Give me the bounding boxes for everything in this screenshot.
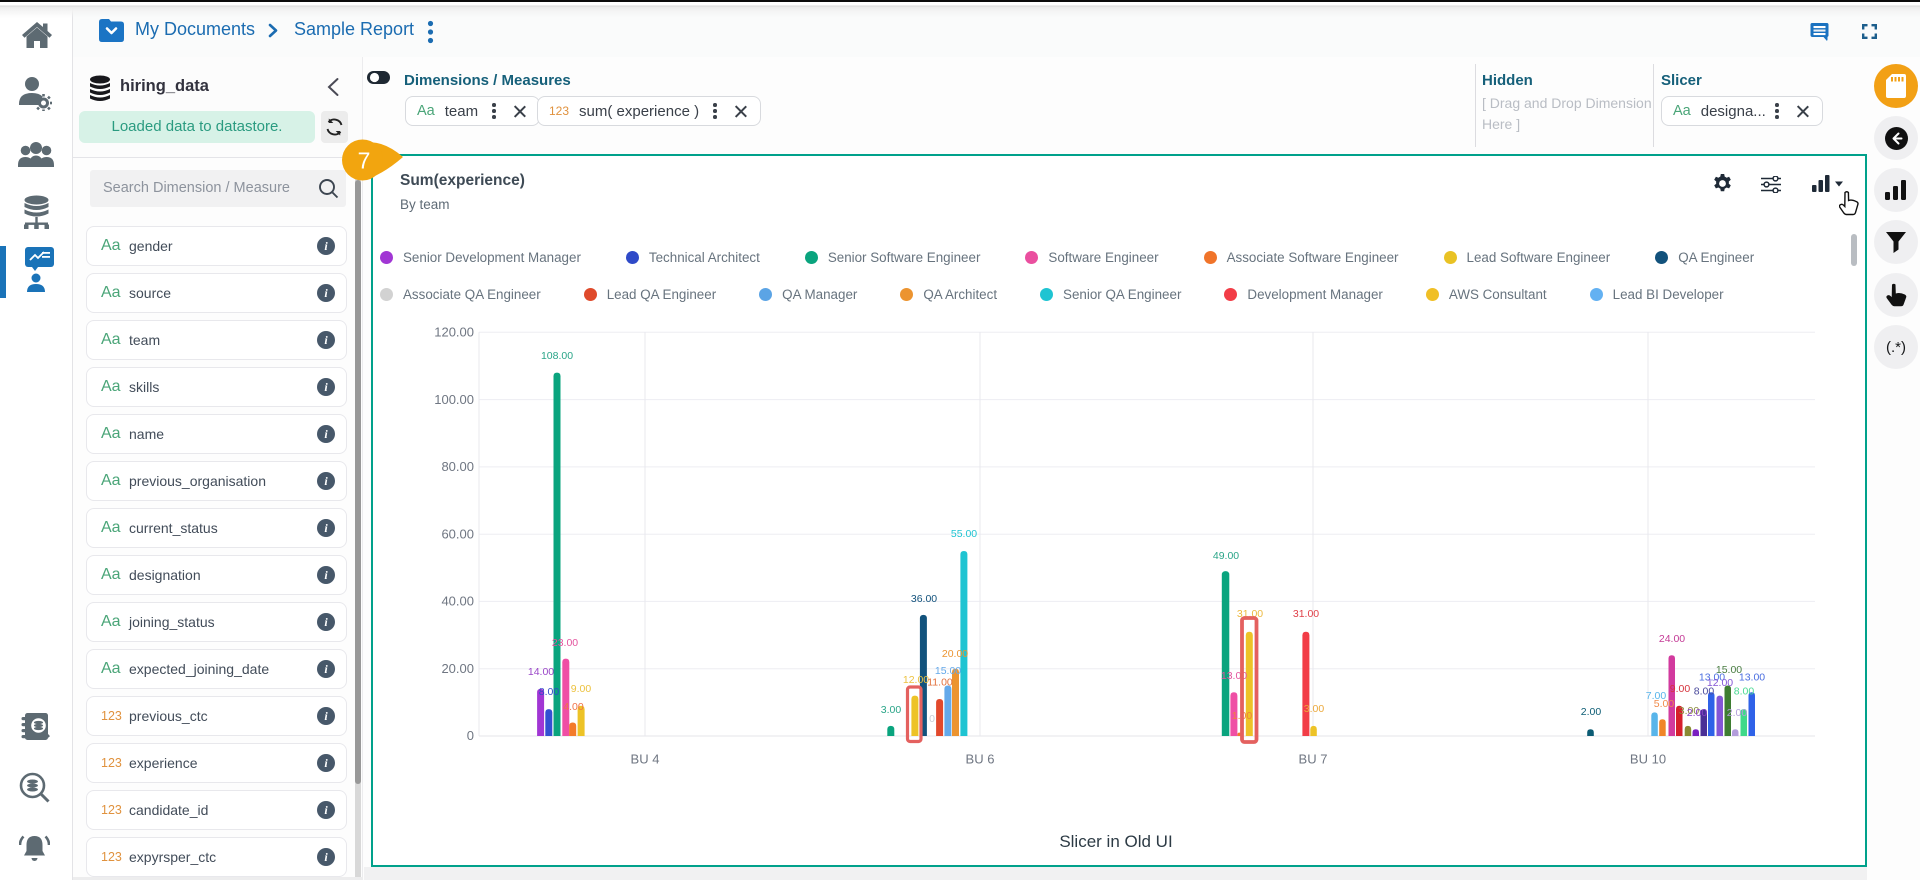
svg-text:BU 10: BU 10 [1630,752,1666,767]
svg-text:49.00: 49.00 [1213,550,1239,562]
svg-text:36.00: 36.00 [911,593,937,605]
svg-text:2.00: 2.00 [1687,707,1708,719]
svg-text:108.00: 108.00 [541,350,573,362]
svg-text:31.00: 31.00 [1293,608,1319,620]
svg-text:24.00: 24.00 [1659,633,1685,645]
svg-text:20.00: 20.00 [942,648,968,660]
svg-text:23.00: 23.00 [552,637,578,649]
svg-text:11.00: 11.00 [927,677,953,689]
svg-text:20.00: 20.00 [441,661,474,676]
svg-text:2.00: 2.00 [1581,706,1602,718]
svg-text:BU 6: BU 6 [966,752,995,767]
svg-text:80.00: 80.00 [441,459,474,474]
svg-text:3.00: 3.00 [1304,703,1325,715]
svg-text:0: 0 [467,728,474,743]
svg-text:40.00: 40.00 [441,594,474,609]
svg-text:8.00: 8.00 [539,686,560,698]
svg-text:14.00: 14.00 [528,666,554,678]
svg-text:5.00: 5.00 [1654,698,1675,710]
svg-text:9.00: 9.00 [1670,683,1691,695]
svg-text:BU 4: BU 4 [631,752,660,767]
svg-text:9.00: 9.00 [571,683,592,695]
svg-text:55.00: 55.00 [951,528,977,540]
svg-text:0: 0 [929,713,935,725]
svg-text:2.00: 2.00 [1727,707,1748,719]
svg-text:4.00: 4.00 [563,701,584,713]
svg-text:7: 7 [358,148,371,174]
svg-text:12.00: 12.00 [1707,677,1733,689]
svg-text:15.00: 15.00 [935,665,961,677]
svg-text:3.00: 3.00 [881,704,902,716]
svg-text:60.00: 60.00 [441,526,474,541]
svg-text:12.00: 12.00 [903,674,929,686]
svg-text:100.00: 100.00 [434,392,474,407]
svg-text:120.00: 120.00 [434,325,474,340]
svg-text:BU 7: BU 7 [1299,752,1328,767]
svg-text:13.00: 13.00 [1739,672,1765,684]
svg-text:8.00: 8.00 [1734,686,1755,698]
